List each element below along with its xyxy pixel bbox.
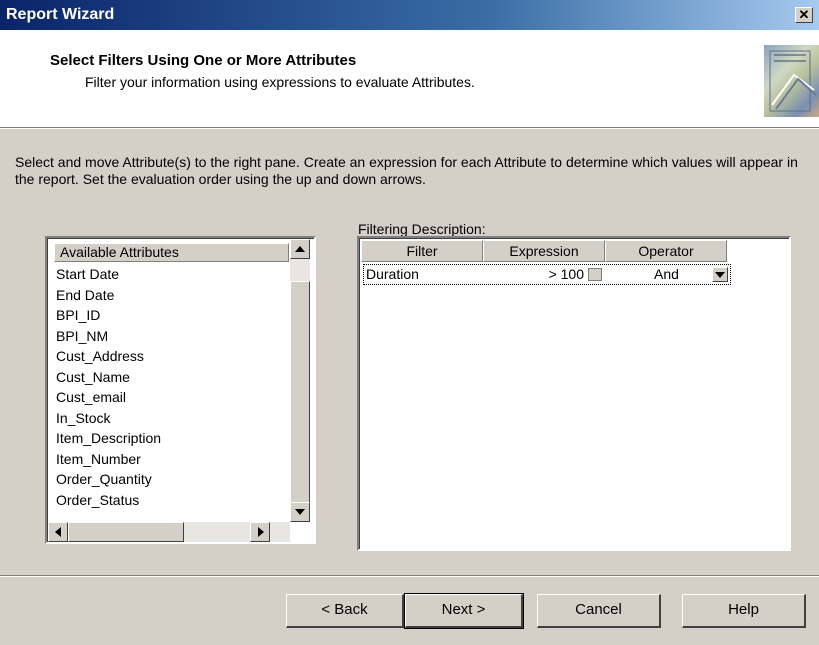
scroll-down-button[interactable] bbox=[290, 502, 310, 522]
filtering-description-label: Filtering Description: bbox=[358, 221, 486, 237]
column-header-expression[interactable]: Expression bbox=[483, 240, 605, 262]
list-item[interactable]: BPI_ID bbox=[56, 305, 286, 326]
table-row[interactable]: Duration > 100 And bbox=[363, 264, 731, 285]
available-attributes-header[interactable]: Available Attributes bbox=[54, 243, 289, 262]
vertical-scrollbar[interactable] bbox=[290, 239, 310, 522]
list-item[interactable]: Cust_email bbox=[56, 387, 286, 408]
cancel-button[interactable]: Cancel bbox=[537, 594, 661, 628]
attribute-items: Start Date End Date BPI_ID BPI_NM Cust_Addre… bbox=[56, 264, 286, 510]
header-divider bbox=[0, 127, 819, 129]
arrow-left-icon bbox=[55, 527, 61, 537]
arrow-up-icon bbox=[295, 246, 305, 252]
wizard-graphic-icon bbox=[764, 45, 819, 117]
help-button[interactable]: Help bbox=[682, 594, 806, 628]
back-button[interactable]: < Back bbox=[286, 594, 404, 628]
horizontal-scroll-thumb[interactable] bbox=[68, 522, 184, 542]
window-title: Report Wizard bbox=[6, 6, 115, 23]
list-item[interactable]: End Date bbox=[56, 285, 286, 306]
scroll-left-button[interactable] bbox=[48, 522, 68, 542]
page-subtitle: Filter your information using expression… bbox=[85, 74, 475, 90]
filter-cell[interactable]: Duration bbox=[366, 266, 419, 282]
list-item[interactable]: Item_Number bbox=[56, 449, 286, 470]
available-attributes-list[interactable]: Available Attributes Start Date End Date B… bbox=[45, 236, 316, 544]
title-bar bbox=[0, 0, 819, 30]
list-item[interactable]: BPI_NM bbox=[56, 326, 286, 347]
close-button[interactable]: ✕ bbox=[795, 7, 813, 23]
footer-divider bbox=[0, 575, 819, 577]
column-header-filter[interactable]: Filter bbox=[361, 240, 483, 262]
arrow-down-icon bbox=[295, 509, 305, 515]
horizontal-scrollbar[interactable] bbox=[48, 522, 290, 542]
list-item[interactable]: Cust_Name bbox=[56, 367, 286, 388]
instructions-text: Select and move Attribute(s) to the righ… bbox=[15, 154, 798, 187]
list-item[interactable]: Cust_Address bbox=[56, 346, 286, 367]
filtering-grid[interactable]: Filter Expression Operator Duration > 10… bbox=[357, 236, 791, 551]
chevron-down-icon bbox=[715, 272, 725, 278]
arrow-right-icon bbox=[258, 527, 264, 537]
list-item[interactable]: Order_Quantity bbox=[56, 469, 286, 490]
column-header-operator[interactable]: Operator bbox=[605, 240, 727, 262]
expression-builder-button[interactable] bbox=[588, 268, 602, 281]
list-item[interactable]: Item_Description bbox=[56, 428, 286, 449]
scroll-up-button[interactable] bbox=[290, 239, 310, 259]
operator-cell[interactable]: And bbox=[654, 266, 679, 282]
operator-dropdown-button[interactable] bbox=[712, 267, 728, 282]
page-title: Select Filters Using One or More Attribu… bbox=[50, 52, 357, 69]
list-item[interactable]: Start Date bbox=[56, 264, 286, 285]
expression-cell[interactable]: > 100 bbox=[494, 266, 584, 282]
list-item[interactable]: Order_Status bbox=[56, 490, 286, 511]
next-button[interactable]: Next > bbox=[404, 593, 524, 629]
list-item[interactable]: In_Stock bbox=[56, 408, 286, 429]
scroll-right-button[interactable] bbox=[250, 522, 270, 542]
scroll-thumb[interactable] bbox=[290, 281, 310, 503]
